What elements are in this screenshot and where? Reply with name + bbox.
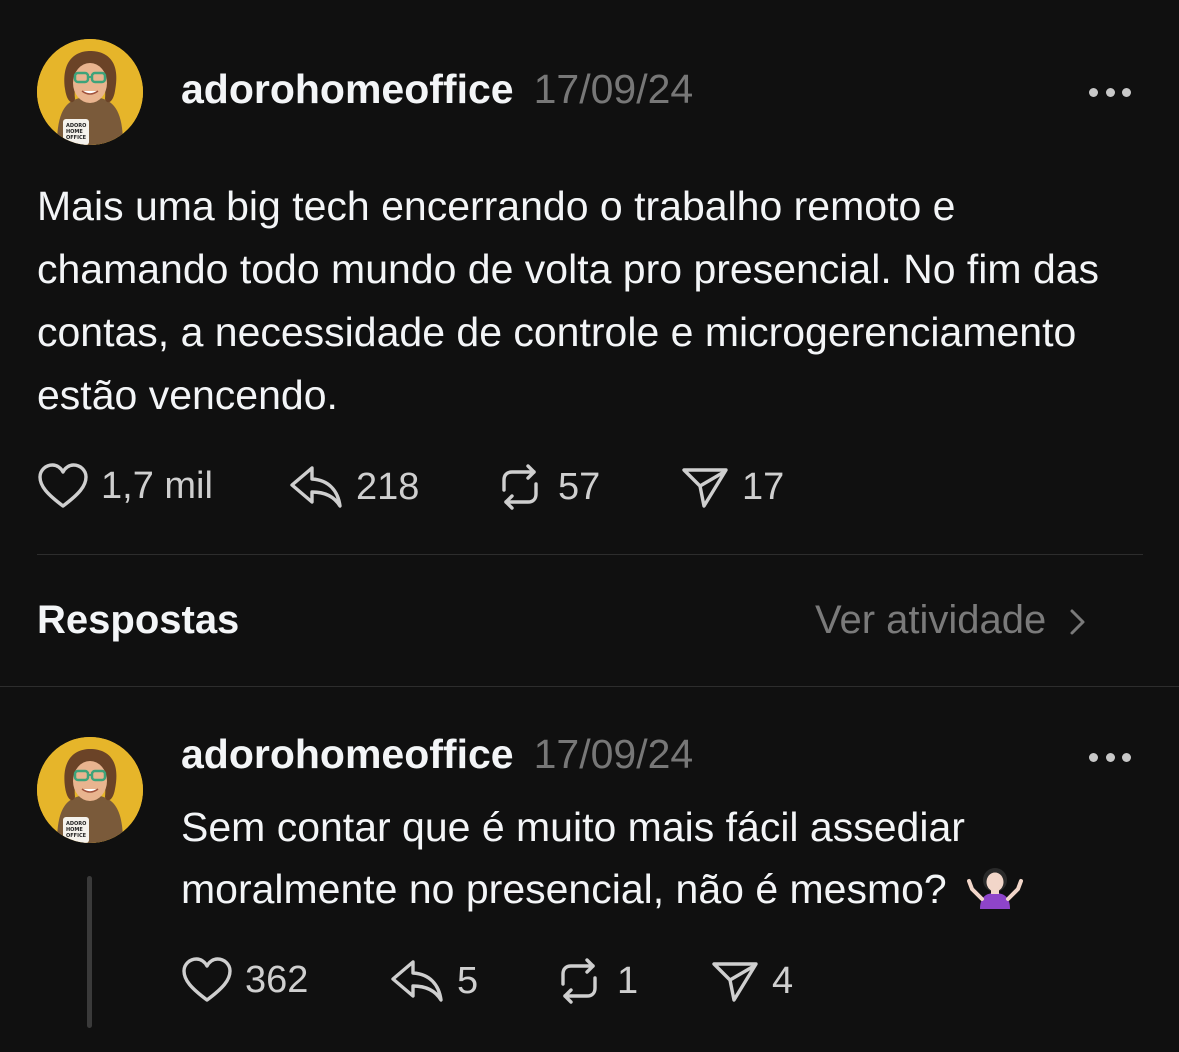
post-share-button[interactable]: 17	[680, 464, 784, 510]
reply-more-options-icon[interactable]	[1089, 751, 1131, 763]
reply-like-button[interactable]: 362	[181, 956, 308, 1004]
reply-share-button[interactable]: 4	[710, 958, 793, 1004]
reply-icon	[391, 960, 443, 1002]
svg-text:OFFICE: OFFICE	[66, 135, 87, 141]
repost-icon	[502, 464, 538, 510]
post-text: Mais uma big tech encerrando o trabalho …	[37, 183, 1100, 418]
svg-text:OFFICE: OFFICE	[66, 833, 87, 839]
post-repost-count: 57	[558, 465, 601, 508]
post-repost-button[interactable]: 57	[494, 464, 600, 510]
reply-repost-button[interactable]: 1	[553, 958, 638, 1004]
reply-reply-button[interactable]: 5	[389, 958, 478, 1004]
reply-header: adorohomeoffice 17/09/24	[181, 731, 693, 778]
view-activity-label: Ver atividade	[815, 598, 1047, 642]
heart-icon	[38, 463, 88, 508]
post-more-options-icon[interactable]	[1089, 86, 1131, 98]
reply-avatar[interactable]: ADORO HOME OFFICE	[37, 737, 143, 843]
replies-divider	[0, 686, 1179, 687]
avatar-photo: ADORO HOME OFFICE	[37, 39, 143, 145]
reply-reply-count: 5	[457, 959, 479, 1002]
post-reply-button[interactable]: 218	[288, 464, 419, 510]
send-icon	[682, 468, 728, 508]
heart-icon	[182, 957, 232, 1002]
thread-line	[87, 876, 92, 1028]
view-activity-link[interactable]: Ver atividade	[815, 598, 1092, 643]
reply-text: Sem contar que é muito mais fácil assedi…	[181, 804, 965, 912]
post-divider	[37, 554, 1143, 555]
chevron-right-icon	[1070, 609, 1085, 634]
post-header: adorohomeoffice 17/09/24	[181, 66, 693, 113]
send-icon	[712, 962, 758, 1002]
reply-like-count: 362	[245, 958, 309, 1001]
repost-icon	[561, 958, 597, 1004]
reply-repost-count: 1	[617, 959, 639, 1002]
person-shrugging-icon	[967, 868, 1024, 909]
post-avatar[interactable]: ADORO HOME OFFICE	[37, 39, 143, 145]
post-like-button[interactable]: 1,7 mil	[37, 462, 213, 510]
replies-title: Respostas	[37, 598, 240, 642]
avatar-photo: ADORO HOME OFFICE	[37, 737, 143, 843]
post-date: 17/09/24	[533, 66, 694, 112]
reply-username[interactable]: adorohomeoffice	[181, 731, 514, 778]
reply-date: 17/09/24	[533, 731, 694, 777]
post-share-count: 17	[742, 465, 785, 508]
reply-share-count: 4	[772, 959, 794, 1002]
post-like-count: 1,7 mil	[101, 464, 213, 507]
reply-icon	[290, 466, 342, 508]
reply-text-block: Sem contar que é muito mais fácil assedi…	[181, 796, 1131, 920]
post-reply-count: 218	[356, 465, 420, 508]
post-username[interactable]: adorohomeoffice	[181, 66, 514, 113]
